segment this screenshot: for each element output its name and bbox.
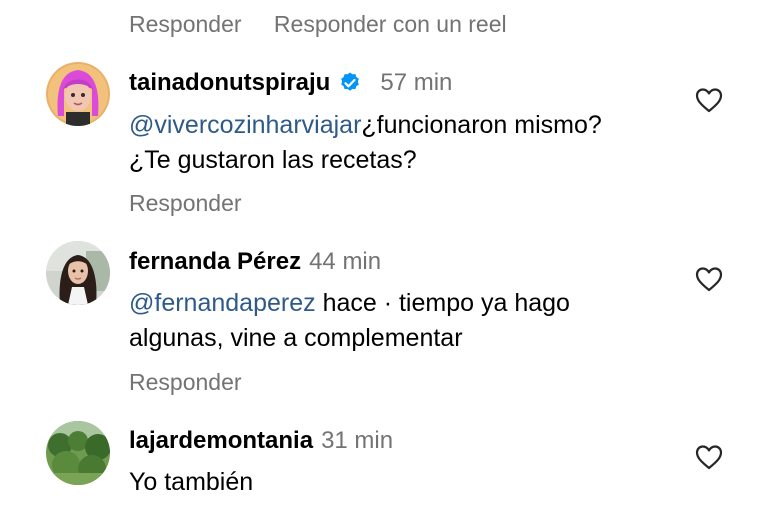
comment-header: fernanda Pérez 44 min <box>129 248 381 276</box>
previous-comment-actions: Responder Responder con un reel <box>129 11 507 38</box>
comment-text-line: algunas, vine a complementar <box>129 324 463 352</box>
username[interactable]: fernanda Pérez <box>129 248 301 276</box>
mention-link[interactable]: @fernandaperez <box>129 289 316 317</box>
comment-text: @fernandaperez hace · tiempo ya hago alg… <box>129 286 570 356</box>
reply-button[interactable]: Responder <box>129 369 242 395</box>
reply-with-reel-button[interactable]: Responder con un reel <box>274 11 507 37</box>
comment-text: @vivercozinharviajar¿funcionaron mismo? … <box>129 108 602 178</box>
comment-text-line: Yo también <box>129 468 254 496</box>
avatar[interactable] <box>46 241 110 305</box>
timestamp: 44 min <box>309 248 382 275</box>
timestamp: 57 min <box>380 69 453 96</box>
username[interactable]: lajardemontania <box>129 427 313 455</box>
comment-actions: Responder <box>129 369 242 396</box>
heart-outline-icon[interactable] <box>695 87 723 113</box>
verified-badge-icon <box>341 72 360 91</box>
reply-button[interactable]: Responder <box>129 11 242 37</box>
comment-text-line: hace · tiempo ya hago <box>322 289 570 317</box>
timestamp: 31 min <box>321 427 394 454</box>
comment-actions: Responder <box>129 190 242 217</box>
mention-link[interactable]: @vivercozinharviajar <box>129 111 361 139</box>
username[interactable]: tainadonutspiraju <box>129 69 330 97</box>
reply-button[interactable]: Responder <box>129 190 242 216</box>
comment-text-line: ¿funcionaron mismo? <box>361 111 602 139</box>
comment-text-line: ¿Te gustaron las recetas? <box>129 146 417 174</box>
comment-header: tainadonutspiraju 57 min <box>129 69 452 97</box>
heart-outline-icon[interactable] <box>695 266 723 292</box>
avatar[interactable] <box>46 421 110 485</box>
heart-outline-icon[interactable] <box>695 444 723 470</box>
avatar[interactable] <box>46 62 110 126</box>
comment-text: Yo también <box>129 465 253 500</box>
comment-header: lajardemontania 31 min <box>129 427 393 455</box>
